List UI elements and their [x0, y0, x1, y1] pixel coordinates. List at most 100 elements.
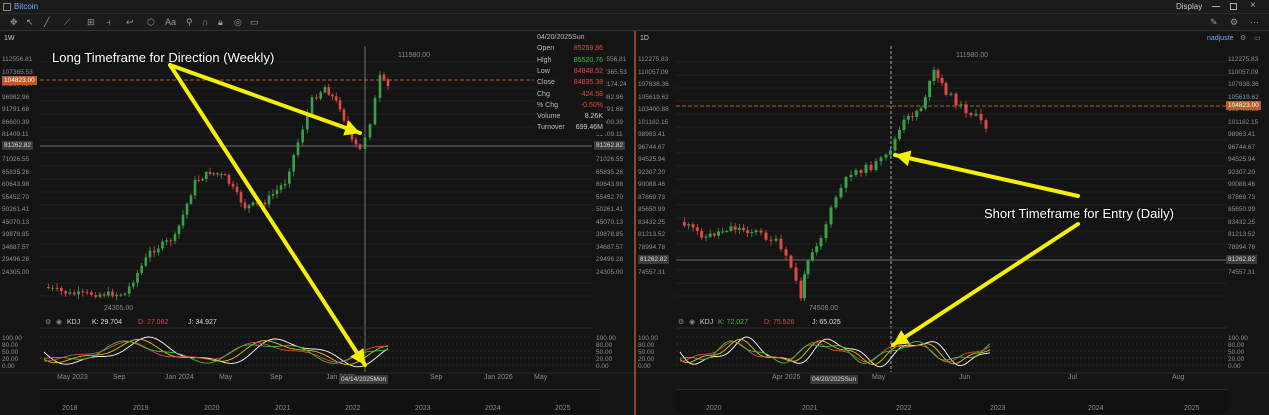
- kdj-scale-label: 80.00: [638, 342, 655, 349]
- low-price-label: 74508.00: [809, 305, 839, 312]
- time-axis-label: Sep: [270, 374, 283, 381]
- kdj-scale-label: 50.00: [1228, 349, 1245, 356]
- price-axis-label-right: 85650.99: [1228, 206, 1256, 213]
- candle-body: [216, 173, 219, 175]
- candle-body: [193, 179, 197, 196]
- price-axis-label-right: 87869.73: [1228, 193, 1256, 201]
- ohlc-key: Turnover: [537, 124, 565, 132]
- more-icon[interactable]: ⋯: [1250, 16, 1259, 28]
- ray-tool-icon[interactable]: ⟋: [64, 16, 70, 28]
- candle-body: [949, 93, 953, 95]
- candle-body: [98, 294, 102, 297]
- edit-icon[interactable]: ✎: [1210, 16, 1218, 28]
- arrow-tool-icon[interactable]: ↩: [126, 16, 134, 28]
- year-label: 2018: [62, 405, 78, 412]
- candle-body: [704, 236, 708, 238]
- price-axis-label-right: 105619.62: [1228, 93, 1259, 101]
- overview-navigator[interactable]: [676, 389, 1228, 413]
- candle-body: [123, 293, 127, 295]
- crosshair-date-tag: 04/20/2025Sun: [810, 375, 859, 384]
- kdj-j-value: J: 65.025: [812, 319, 841, 326]
- kdj-settings-icon[interactable]: ⚙: [678, 318, 684, 326]
- settings-icon[interactable]: ⚙: [1230, 16, 1238, 28]
- ohlc-value: 8.26K: [584, 113, 603, 121]
- candle-body: [940, 78, 944, 84]
- candle-body: [68, 292, 72, 294]
- magnet-tool-icon[interactable]: ∩: [202, 16, 208, 28]
- candle-body: [212, 173, 216, 175]
- line-tool-icon[interactable]: ╱: [44, 16, 49, 28]
- measure-tool-icon[interactable]: ⚲: [186, 16, 193, 28]
- channel-tool-icon[interactable]: ⊞: [87, 16, 95, 28]
- ohlc-info-box: 04/20/2025Sun Open 85259.86 High 85520.76 Low…: [534, 32, 606, 135]
- candle-body: [315, 97, 318, 99]
- candle-body: [759, 230, 763, 233]
- candle-body: [292, 154, 295, 172]
- candle-body: [919, 108, 923, 111]
- crosshair-date-tag: 04/14/2025Mon: [339, 375, 389, 384]
- kdj-scale-label: 50.00: [596, 349, 613, 356]
- candle-body: [386, 79, 390, 87]
- price-axis-label-left: 107838.36: [638, 81, 669, 88]
- display-menu[interactable]: Display: [1176, 2, 1202, 11]
- close-icon[interactable]: ×: [1250, 0, 1256, 11]
- candle-body: [754, 230, 758, 233]
- candle-body: [687, 224, 691, 226]
- candle-body: [251, 202, 255, 206]
- candle-body: [140, 265, 143, 273]
- daily-chart-panel[interactable]: 1D nadjuste ⚙ ▭ 112275.83 110057.09 107838…: [636, 32, 1269, 415]
- overview-navigator[interactable]: [40, 389, 600, 413]
- price-axis-label-left: 78994.78: [638, 243, 666, 251]
- candle-body: [77, 291, 80, 295]
- candle-body: [893, 138, 897, 151]
- kdj-visibility-icon[interactable]: ◉: [56, 318, 62, 326]
- price-axis-label-left: 96982.96: [2, 93, 30, 101]
- candle-body: [115, 294, 118, 297]
- kdj-name: KDJ: [700, 319, 714, 326]
- ohlc-key: 04/20/2025Sun: [537, 34, 585, 41]
- candle-body: [859, 170, 863, 173]
- candle-body: [51, 287, 54, 289]
- kdj-settings-icon[interactable]: ⚙: [45, 318, 51, 326]
- weekly-chart-panel[interactable]: 1W 112556.81107365.53102174.2496982.9691…: [0, 32, 634, 415]
- lock-tool-icon[interactable]: 🔒︎: [218, 16, 223, 28]
- kdj-scale-label: 50.00: [638, 349, 655, 356]
- kdj-d-value: D: 75.526: [764, 319, 795, 326]
- candle-body: [60, 287, 63, 292]
- candle-body: [729, 226, 733, 232]
- price-axis-label-left: 24305.00: [2, 268, 30, 276]
- price-axis-label-right: 107838.36: [1228, 81, 1259, 88]
- candle-body: [764, 232, 768, 240]
- kdj-k-value: K: 29.704: [92, 319, 122, 326]
- price-axis-label-right: 55452.70: [596, 193, 624, 201]
- kdj-visibility-icon[interactable]: ◉: [689, 318, 695, 326]
- candle-body: [911, 116, 914, 118]
- candle-body: [906, 116, 910, 120]
- crosshair-tool-icon[interactable]: ✥: [10, 16, 18, 28]
- ohlc-row: 04/20/2025Sun: [534, 32, 606, 43]
- year-label: 2023: [990, 405, 1006, 412]
- ohlc-row: Low 84848.52: [534, 66, 606, 77]
- year-label: 2024: [485, 405, 501, 412]
- text-tool-icon[interactable]: Aa: [165, 16, 176, 28]
- fib-tool-icon[interactable]: ⫞: [106, 16, 111, 28]
- price-axis-label-left: 103400.88: [638, 106, 669, 113]
- candle-body: [789, 255, 793, 268]
- ohlc-row: High 85520.76: [534, 55, 606, 66]
- candle-body: [354, 139, 358, 145]
- ohlc-key: Chg: [537, 90, 550, 98]
- shape-tool-icon[interactable]: ⬡: [147, 16, 155, 28]
- price-axis-label-left: 81213.52: [638, 231, 666, 238]
- candle-body: [779, 238, 783, 250]
- candle-body: [884, 154, 888, 158]
- kdj-scale-label: 50.00: [2, 349, 19, 356]
- cursor-tool-icon[interactable]: ↖: [26, 16, 34, 28]
- candle-body: [373, 97, 377, 125]
- trash-icon[interactable]: ▭: [250, 16, 259, 28]
- hide-tool-icon[interactable]: ◎: [234, 16, 242, 28]
- price-axis-label-left: 60643.98: [2, 181, 30, 188]
- minimize-icon[interactable]: [1212, 6, 1220, 7]
- maximize-icon[interactable]: [1230, 3, 1237, 10]
- price-axis-label-right: 50261.41: [596, 206, 624, 213]
- candle-body: [85, 291, 89, 293]
